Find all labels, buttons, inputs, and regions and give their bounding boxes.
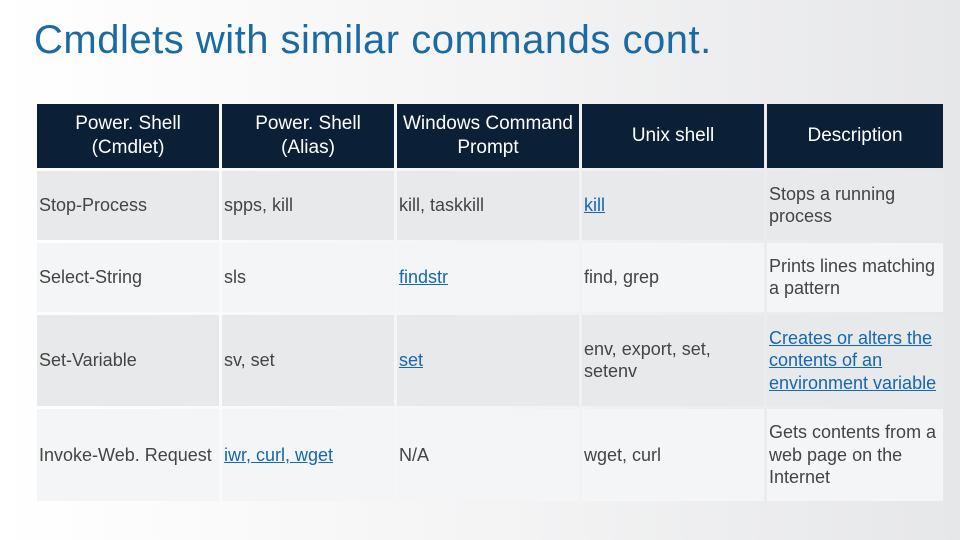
cell-unix: kill [582, 171, 764, 240]
cell-desc: Stops a running process [767, 171, 943, 240]
cmdlet-comparison-table: Power. Shell (Cmdlet) Power. Shell (Alia… [34, 101, 946, 504]
cell-cmd: findstr [397, 243, 579, 312]
cell-cmdlet: Stop-Process [37, 171, 219, 240]
col-header-cmd: Windows Command Prompt [397, 104, 579, 168]
cell-alias: spps, kill [222, 171, 394, 240]
cell-cmdlet: Invoke-Web. Request [37, 409, 219, 501]
table-header-row: Power. Shell (Cmdlet) Power. Shell (Alia… [37, 104, 943, 168]
table-row: Stop-Process spps, kill kill, taskkill k… [37, 171, 943, 240]
cmd-link[interactable]: set [399, 350, 423, 370]
cmd-link[interactable]: findstr [399, 267, 448, 287]
table-row: Invoke-Web. Request iwr, curl, wget N/A … [37, 409, 943, 501]
cell-desc: Gets contents from a web page on the Int… [767, 409, 943, 501]
cell-cmdlet: Set-Variable [37, 315, 219, 407]
unix-link[interactable]: kill [584, 195, 605, 215]
col-header-alias: Power. Shell (Alias) [222, 104, 394, 168]
cell-unix: wget, curl [582, 409, 764, 501]
cell-cmdlet: Select-String [37, 243, 219, 312]
cell-unix: env, export, set, setenv [582, 315, 764, 407]
table-row: Select-String sls findstr find, grep Pri… [37, 243, 943, 312]
desc-link[interactable]: Creates or alters the contents of an env… [769, 328, 936, 393]
cell-cmd: kill, taskkill [397, 171, 579, 240]
cell-alias: sls [222, 243, 394, 312]
cell-cmd: N/A [397, 409, 579, 501]
slide-title: Cmdlets with similar commands cont. [34, 18, 926, 63]
cell-unix: find, grep [582, 243, 764, 312]
cell-desc: Creates or alters the contents of an env… [767, 315, 943, 407]
alias-link[interactable]: iwr, curl, wget [224, 445, 333, 465]
col-header-cmdlet: Power. Shell (Cmdlet) [37, 104, 219, 168]
table-row: Set-Variable sv, set set env, export, se… [37, 315, 943, 407]
cell-alias: sv, set [222, 315, 394, 407]
cell-cmd: set [397, 315, 579, 407]
cell-alias: iwr, curl, wget [222, 409, 394, 501]
cell-desc: Prints lines matching a pattern [767, 243, 943, 312]
col-header-unix: Unix shell [582, 104, 764, 168]
col-header-desc: Description [767, 104, 943, 168]
